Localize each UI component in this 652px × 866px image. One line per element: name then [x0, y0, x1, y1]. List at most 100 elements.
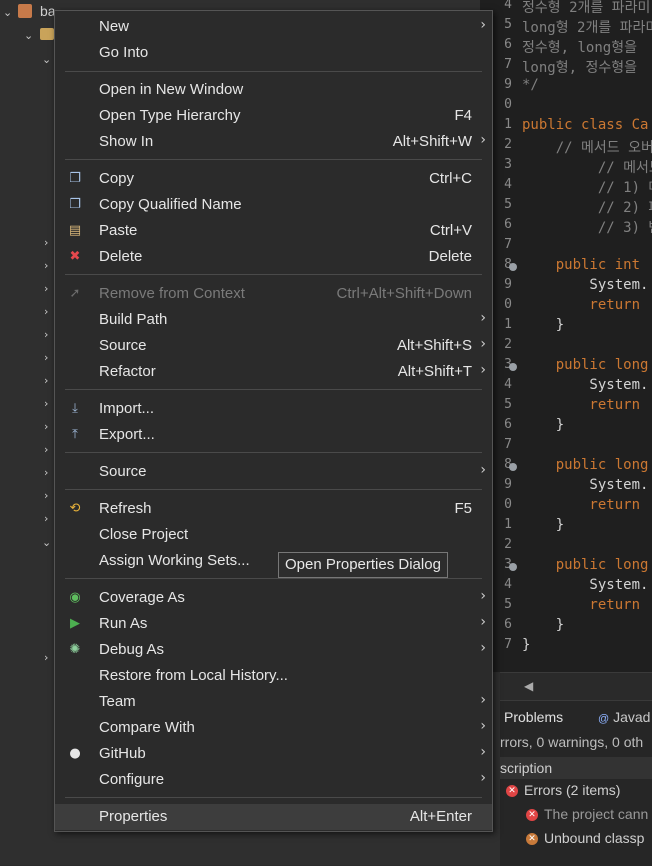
collapse-arrow-icon[interactable]: ›	[44, 237, 48, 249]
code-line[interactable]: long형 2개를 파라미	[522, 17, 652, 37]
code-line[interactable]: return	[522, 297, 640, 313]
collapse-arrow-icon[interactable]: ›	[44, 260, 48, 272]
tab-javadoc[interactable]: @ Javad	[598, 709, 650, 725]
collapse-arrow-icon[interactable]: ›	[44, 329, 48, 341]
code-line[interactable]: // 메서드 오버	[522, 137, 652, 157]
fold-toggle-icon[interactable]	[509, 363, 517, 371]
menu-item-copy-qualified-name[interactable]: ❐ Copy Qualified Name	[55, 192, 492, 218]
code-line[interactable]: public long	[522, 557, 649, 573]
expand-arrow-icon[interactable]: ⌄	[42, 537, 51, 549]
menu-item-label: GitHub	[99, 745, 146, 762]
collapse-arrow-icon[interactable]: ›	[44, 283, 48, 295]
menu-separator	[65, 274, 482, 275]
code-line[interactable]: System.	[522, 477, 648, 493]
collapse-arrow-icon[interactable]: ›	[44, 513, 48, 525]
menu-item-new[interactable]: New ›	[55, 14, 492, 40]
code-line[interactable]: System.	[522, 277, 648, 293]
menu-item-import[interactable]: ⤓ Import...	[55, 396, 492, 422]
menu-separator	[65, 489, 482, 490]
fold-toggle-icon[interactable]	[509, 563, 517, 571]
code-line[interactable]: // 메서드	[522, 157, 652, 177]
collapse-arrow-icon[interactable]: ›	[44, 375, 48, 387]
fold-toggle-icon[interactable]	[509, 263, 517, 271]
project-icon	[18, 4, 32, 18]
code-line[interactable]: public long	[522, 457, 649, 473]
menu-item-refactor[interactable]: Refactor Alt+Shift+T ›	[55, 359, 492, 385]
menu-item-restore-local-history[interactable]: Restore from Local History...	[55, 663, 492, 689]
collapse-arrow-icon[interactable]: ›	[44, 421, 48, 433]
code-line[interactable]: // 1) 매	[522, 177, 652, 197]
menu-item-build-path[interactable]: Build Path ›	[55, 307, 492, 333]
menu-item-compare-with[interactable]: Compare With ›	[55, 715, 492, 741]
code-line[interactable]: return	[522, 597, 640, 613]
horizontal-scrollbar[interactable]: ◀	[500, 672, 652, 701]
collapse-arrow-icon[interactable]: ›	[44, 467, 48, 479]
collapse-arrow-icon[interactable]: ›	[44, 652, 48, 664]
menu-item-label: Source	[99, 463, 147, 480]
collapse-arrow-icon[interactable]: ›	[44, 398, 48, 410]
menu-item-label: Restore from Local History...	[99, 667, 288, 684]
code-line[interactable]: 정수형 2개를 파라미	[522, 0, 650, 17]
menu-item-github[interactable]: ● GitHub ›	[55, 741, 492, 767]
menu-item-team[interactable]: Team ›	[55, 689, 492, 715]
code-line[interactable]: */	[522, 77, 539, 93]
menu-item-open-type-hierarchy[interactable]: Open Type Hierarchy F4	[55, 103, 492, 129]
submenu-arrow-icon: ›	[480, 132, 486, 148]
menu-item-go-into[interactable]: Go Into	[55, 40, 492, 66]
code-editor[interactable]: 4 정수형 2개를 파라미 5 long형 2개를 파라미 6 정수형, long형을 7 l…	[480, 0, 652, 672]
code-line[interactable]: }	[522, 417, 564, 433]
menu-item-properties[interactable]: Properties Alt+Enter	[55, 804, 492, 830]
code-line[interactable]: 정수형, long형을	[522, 37, 637, 57]
errors-group[interactable]: Errors (2 items)	[524, 782, 620, 798]
menu-item-configure[interactable]: Configure ›	[55, 767, 492, 793]
javadoc-icon: @	[598, 713, 610, 725]
expand-arrow-icon[interactable]: ⌄	[42, 54, 51, 66]
menu-item-label: Assign Working Sets...	[99, 552, 250, 569]
code-line[interactable]: public class Ca	[522, 117, 648, 133]
menu-item-open-new-window[interactable]: Open in New Window	[55, 77, 492, 103]
code-line[interactable]: // 3) 반	[522, 217, 652, 237]
menu-item-delete[interactable]: ✖ Delete Delete	[55, 244, 492, 270]
code-line[interactable]: long형, 정수형을	[522, 57, 637, 77]
menu-item-debug-as[interactable]: ✺ Debug As ›	[55, 637, 492, 663]
code-line[interactable]: }	[522, 317, 564, 333]
code-line[interactable]: public int	[522, 257, 640, 273]
menu-item-run-as[interactable]: ▶ Run As ›	[55, 611, 492, 637]
code-line[interactable]: }	[522, 517, 564, 533]
collapse-arrow-icon[interactable]: ›	[44, 306, 48, 318]
code-line[interactable]: public long	[522, 357, 649, 373]
menu-item-close-project[interactable]: Close Project	[55, 522, 492, 548]
submenu-arrow-icon: ›	[480, 744, 486, 760]
menu-item-copy[interactable]: ❐ Copy Ctrl+C	[55, 166, 492, 192]
code-line[interactable]: return	[522, 397, 640, 413]
menu-item-paste[interactable]: ▤ Paste Ctrl+V	[55, 218, 492, 244]
refresh-icon: ⟲	[69, 501, 81, 516]
scroll-left-icon[interactable]: ◀	[524, 679, 533, 693]
menu-item-refresh[interactable]: ⟲ Refresh F5	[55, 496, 492, 522]
column-header-description[interactable]: scription	[500, 757, 652, 779]
collapse-arrow-icon[interactable]: ›	[44, 444, 48, 456]
code-line[interactable]: }	[522, 637, 530, 653]
code-line[interactable]: // 2) 파	[522, 197, 652, 217]
error-icon: ✕	[526, 809, 538, 821]
tab-problems[interactable]: Problems	[504, 709, 563, 725]
problem-row[interactable]: Unbound classp	[544, 830, 644, 846]
problems-view: Problems @ Javad rrors, 0 warnings, 0 ot…	[500, 700, 652, 866]
problem-row[interactable]: The project cann	[544, 806, 648, 822]
menu-item-export[interactable]: ⤒ Export...	[55, 422, 492, 448]
code-line[interactable]: }	[522, 617, 564, 633]
menu-item-source-2[interactable]: Source ›	[55, 459, 492, 485]
menu-item-coverage-as[interactable]: ◉ Coverage As ›	[55, 585, 492, 611]
code-line[interactable]: System.	[522, 577, 648, 593]
submenu-arrow-icon: ›	[480, 310, 486, 326]
expand-arrow-icon[interactable]: ⌄	[3, 7, 12, 19]
collapse-arrow-icon[interactable]: ›	[44, 490, 48, 502]
collapse-arrow-icon[interactable]: ›	[44, 352, 48, 364]
code-line[interactable]: return	[522, 497, 640, 513]
menu-item-source[interactable]: Source Alt+Shift+S ›	[55, 333, 492, 359]
menu-item-show-in[interactable]: Show In Alt+Shift+W ›	[55, 129, 492, 155]
expand-arrow-icon[interactable]: ⌄	[24, 30, 33, 42]
code-line[interactable]: System.	[522, 377, 648, 393]
menu-item-label: Close Project	[99, 526, 189, 543]
fold-toggle-icon[interactable]	[509, 463, 517, 471]
